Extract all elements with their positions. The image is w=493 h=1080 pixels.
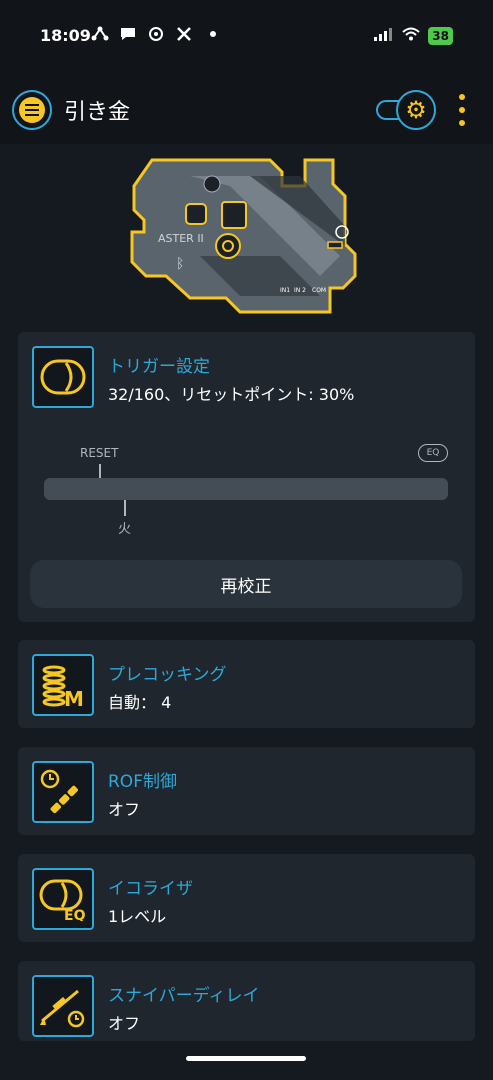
status-right: 38 <box>374 26 453 45</box>
rof-control-title: ROF制御 <box>108 772 177 792</box>
hamburger-icon <box>19 97 45 123</box>
rof-control-card[interactable]: ROF制御 オフ <box>18 747 475 835</box>
precocking-title: プレコッキング <box>108 665 227 685</box>
board-pin-label-1: IN1 <box>280 287 290 294</box>
signal-icon <box>374 26 394 45</box>
equalizer-title: イコライザ <box>108 879 193 899</box>
equalizer-icon: EQ <box>32 868 94 930</box>
bluetooth-icon: ᛒ <box>176 256 184 272</box>
wifi-icon <box>402 26 420 45</box>
sniper-delay-value: オフ <box>108 1014 141 1033</box>
menu-button[interactable] <box>12 90 52 130</box>
sniper-delay-card[interactable]: スナイパーディレイ オフ <box>18 961 475 1041</box>
board-pin-label-2: IN 2 <box>294 287 306 294</box>
reset-label: RESET <box>80 446 119 460</box>
board-pin-label-3: COM <box>312 287 326 294</box>
trigger-settings-value: 32/160、リセットポイント: 30% <box>108 385 355 404</box>
precocking-value: 自動： 4 <box>108 693 172 712</box>
trigger-icon <box>32 346 94 408</box>
sniper-rifle-icon <box>32 975 94 1037</box>
notification-icons <box>90 24 216 44</box>
trigger-travel-slider[interactable] <box>44 478 448 500</box>
home-indicator[interactable] <box>186 1056 306 1061</box>
more-menu-button[interactable] <box>456 94 468 126</box>
rof-control-value: オフ <box>108 800 141 819</box>
equalizer-card[interactable]: EQ イコライザ 1レベル <box>18 854 475 942</box>
trigger-settings-card[interactable]: トリガー設定 32/160、リセットポイント: 30% RESET EQ 火 再… <box>18 332 475 622</box>
status-bar: 18:09 38 <box>0 0 493 72</box>
board-image: ASTER II ᛒ IN1 IN 2 COM <box>130 156 370 316</box>
equalizer-value: 1レベル <box>108 907 167 926</box>
recalibrate-button[interactable]: 再校正 <box>30 560 462 608</box>
svg-text:EQ: EQ <box>64 908 86 921</box>
gear-icon: ⚙ <box>396 90 436 130</box>
svg-text:M: M <box>64 687 84 710</box>
threads-icon <box>146 24 166 44</box>
reset-point-marker <box>99 464 101 478</box>
more-notifications-dot <box>210 31 216 37</box>
status-time: 18:09 <box>40 26 91 45</box>
x-icon <box>174 24 194 44</box>
chat-icon <box>118 24 138 44</box>
precocking-card[interactable]: M プレコッキング 自動： 4 <box>18 640 475 728</box>
spring-icon: M <box>32 654 94 716</box>
rof-icon <box>32 761 94 823</box>
page-title: 引き金 <box>64 100 131 125</box>
board-brand-label: ASTER II <box>158 232 204 245</box>
eq-badge: EQ <box>418 444 448 462</box>
sniper-delay-title: スナイパーディレイ <box>108 986 260 1006</box>
trigger-settings-title: トリガー設定 <box>108 357 210 377</box>
fire-label: 火 <box>118 522 132 537</box>
battery-icon: 38 <box>428 26 453 45</box>
settings-toggle[interactable]: ⚙ <box>376 90 436 130</box>
network-icon <box>90 24 110 44</box>
app-header: 引き金 ⚙ <box>0 72 493 144</box>
fire-point-marker <box>124 500 126 516</box>
